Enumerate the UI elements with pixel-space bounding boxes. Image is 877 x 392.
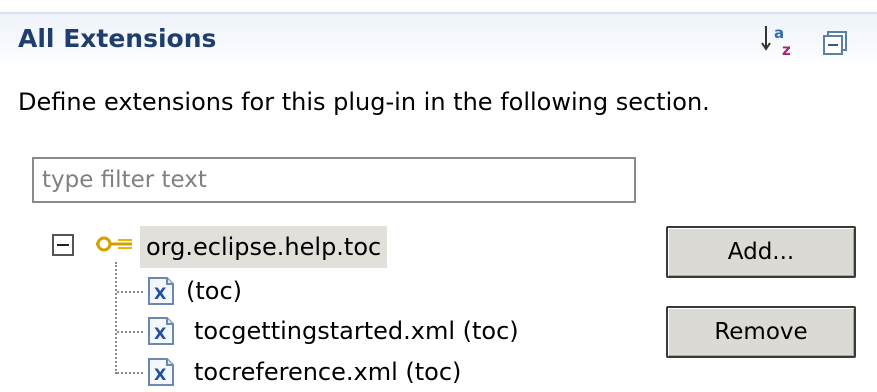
tree-guide-line <box>115 262 117 374</box>
tree-child-item[interactable]: tocgettingstarted.xml (toc) <box>194 316 519 346</box>
svg-text:X: X <box>154 324 167 343</box>
tree-child-item[interactable]: tocreference.xml (toc) <box>194 357 461 387</box>
xml-file-icon: X <box>148 277 174 305</box>
section-title: All Extensions <box>18 24 217 53</box>
add-button[interactable]: Add... <box>666 226 856 278</box>
filter-input[interactable] <box>32 157 636 203</box>
tree-collapse-toggle[interactable] <box>52 234 74 256</box>
collapse-all-icon[interactable] <box>822 30 848 56</box>
tree-root-item[interactable]: org.eclipse.help.toc <box>140 226 388 268</box>
tree-branch-line <box>117 372 143 374</box>
svg-text:a: a <box>774 24 784 42</box>
sort-alphabetically-icon[interactable]: a z <box>760 22 796 58</box>
tree-child-item[interactable]: (toc) <box>186 276 242 306</box>
xml-file-icon: X <box>148 317 174 345</box>
svg-text:z: z <box>782 41 791 58</box>
extension-point-icon <box>96 236 132 252</box>
tree-branch-line <box>117 291 143 293</box>
svg-text:X: X <box>154 284 167 303</box>
section-header: All Extensions a z <box>0 12 877 70</box>
section-description: Define extensions for this plug-in in th… <box>18 88 710 116</box>
xml-file-icon: X <box>148 358 174 386</box>
svg-text:X: X <box>154 365 167 384</box>
remove-button[interactable]: Remove <box>666 306 856 358</box>
tree-branch-line <box>117 331 143 333</box>
